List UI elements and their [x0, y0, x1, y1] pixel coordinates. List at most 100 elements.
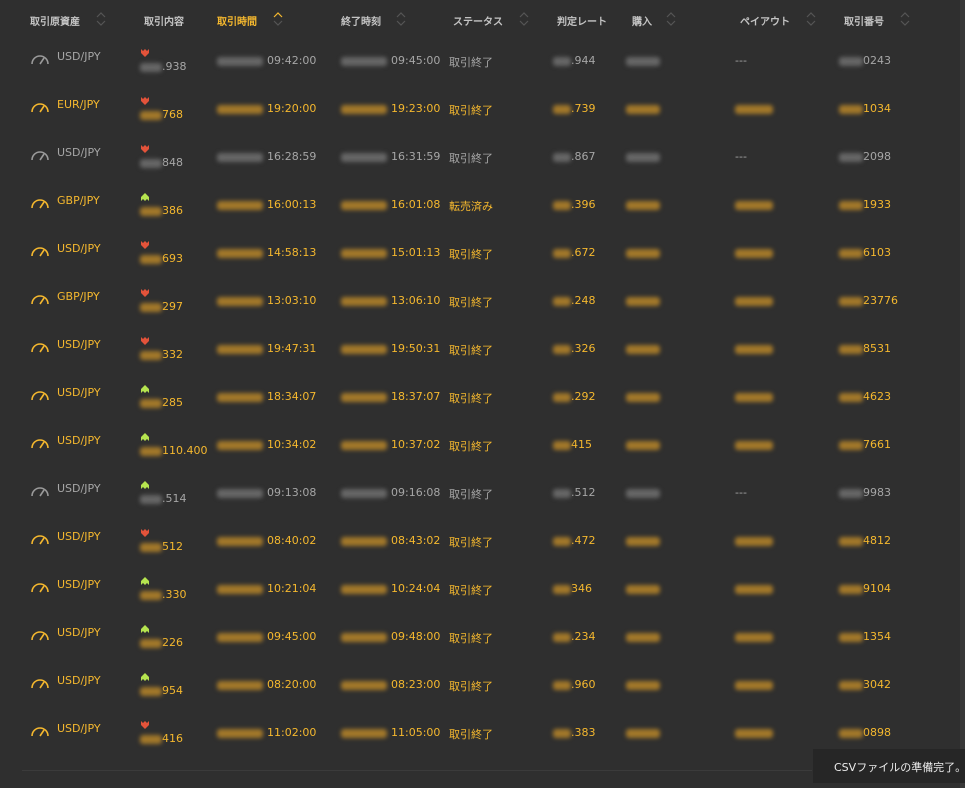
contract-rate: 954 — [140, 684, 183, 697]
table-row[interactable]: USD/JPY 512 08:40:02 08:43:02 取引終了 .472 4812 — [0, 518, 940, 566]
judgment-rate: .292 — [553, 390, 596, 403]
redacted-value — [839, 488, 863, 498]
header-rate[interactable]: 判定レート — [557, 13, 607, 28]
contract-rate: 386 — [140, 204, 183, 217]
redacted-value — [626, 536, 660, 546]
open-time: 18:34:07 — [217, 390, 316, 403]
redacted-date — [217, 248, 263, 258]
purchase-amount — [626, 390, 660, 403]
header-contract[interactable]: 取引内容 — [144, 13, 184, 28]
table-row[interactable]: USD/JPY .514 09:13:08 09:16:08 取引終了 .512 --- 99… — [0, 470, 940, 518]
asset-label: USD/JPY — [57, 338, 101, 351]
status-text: 取引終了 — [449, 728, 493, 741]
redacted-value — [553, 248, 571, 258]
redacted-value — [839, 440, 863, 450]
table-row[interactable]: USD/JPY .330 10:21:04 10:24:04 取引終了 346 9104 — [0, 566, 940, 614]
sort-icon[interactable] — [519, 12, 529, 26]
trade-id: 3042 — [839, 678, 891, 691]
redacted-date — [341, 248, 387, 258]
table-row[interactable]: USD/JPY 954 08:20:00 08:23:00 取引終了 .960 3042 — [0, 662, 940, 710]
payout-amount: --- — [735, 150, 747, 163]
sort-icon[interactable] — [666, 12, 676, 26]
payout-amount — [735, 102, 773, 115]
payout-amount — [735, 390, 773, 403]
status-text: 転売済み — [449, 200, 493, 213]
header-status[interactable]: ステータス — [453, 13, 503, 28]
redacted-value — [553, 296, 571, 306]
table-row[interactable]: USD/JPY 848 16:28:59 16:31:59 取引終了 .867 --- 209… — [0, 134, 940, 182]
status-text: 取引終了 — [449, 344, 493, 357]
payout-amount — [735, 582, 773, 595]
judgment-rate: .472 — [553, 534, 596, 547]
table-bottom-divider — [22, 770, 812, 771]
redacted-value — [553, 728, 571, 738]
status-text: 取引終了 — [449, 104, 493, 117]
open-time: 11:02:00 — [217, 726, 316, 739]
judgment-rate: .396 — [553, 198, 596, 211]
table-row[interactable]: GBP/JPY 386 16:00:13 16:01:08 転売済み .396 1933 — [0, 182, 940, 230]
arrow-up-icon — [141, 431, 149, 441]
header-open-time[interactable]: 取引時間 — [217, 13, 257, 28]
redacted-value — [626, 200, 660, 210]
judgment-rate: .672 — [553, 246, 596, 259]
redacted-date — [341, 392, 387, 402]
trade-id: 0898 — [839, 726, 891, 739]
sort-up-icon[interactable] — [273, 12, 283, 26]
redacted-value — [626, 728, 660, 738]
sort-icon[interactable] — [900, 12, 910, 26]
redacted-value — [140, 302, 162, 312]
gauge-icon — [30, 532, 50, 546]
close-time: 09:16:08 — [341, 486, 440, 499]
table-row[interactable]: USD/JPY 226 09:45:00 09:48:00 取引終了 .234 1354 — [0, 614, 940, 662]
table-row[interactable]: USD/JPY 693 14:58:13 15:01:13 取引終了 .672 6103 — [0, 230, 940, 278]
redacted-date — [341, 296, 387, 306]
header-asset[interactable]: 取引原資産 — [30, 13, 80, 28]
judgment-rate: .867 — [553, 150, 596, 163]
redacted-value — [626, 152, 660, 162]
table-row[interactable]: GBP/JPY 297 13:03:10 13:06:10 取引終了 .248 23776 — [0, 278, 940, 326]
redacted-value — [626, 632, 660, 642]
gauge-icon — [30, 148, 50, 162]
redacted-value — [553, 488, 571, 498]
payout-amount — [735, 678, 773, 691]
redacted-value — [140, 494, 162, 504]
arrow-down-icon — [141, 47, 149, 57]
header-purchase[interactable]: 購入 — [632, 13, 652, 28]
header-payout[interactable]: ペイアウト — [740, 13, 790, 28]
payout-amount — [735, 294, 773, 307]
payout-amount — [735, 198, 773, 211]
asset-label: USD/JPY — [57, 722, 101, 735]
table-header: 取引原資産 取引内容 取引時間 終了時刻 ステータス 判定レート 購入 ペイアウ… — [0, 0, 960, 38]
arrow-up-icon — [141, 479, 149, 489]
sort-icon[interactable] — [396, 12, 406, 26]
arrow-up-icon — [141, 191, 149, 201]
sort-icon[interactable] — [806, 12, 816, 26]
arrow-down-icon — [141, 287, 149, 297]
header-trade-id[interactable]: 取引番号 — [844, 13, 884, 28]
table-row[interactable]: EUR/JPY 768 19:20:00 19:23:00 取引終了 .739 1034 — [0, 86, 940, 134]
purchase-amount — [626, 582, 660, 595]
header-close-time[interactable]: 終了時刻 — [341, 13, 381, 28]
sort-icon[interactable] — [96, 12, 106, 26]
redacted-value — [839, 56, 863, 66]
redacted-value — [553, 632, 571, 642]
toast-message: CSVファイルの準備完了。 — [834, 761, 965, 774]
judgment-rate: 346 — [553, 582, 592, 595]
gauge-icon — [30, 100, 50, 114]
close-time: 16:01:08 — [341, 198, 440, 211]
table-row[interactable]: USD/JPY 332 19:47:31 19:50:31 取引終了 .326 8531 — [0, 326, 940, 374]
redacted-value — [839, 200, 863, 210]
arrow-up-icon — [141, 671, 149, 681]
table-row[interactable]: USD/JPY 416 11:02:00 11:05:00 取引終了 .383 0898 — [0, 710, 940, 758]
table-row[interactable]: USD/JPY .938 09:42:00 09:45:00 取引終了 .944 --- 02… — [0, 38, 940, 86]
gauge-icon — [30, 484, 50, 498]
payout-amount — [735, 630, 773, 643]
redacted-value — [553, 200, 571, 210]
asset-label: USD/JPY — [57, 482, 101, 495]
gauge-icon — [30, 436, 50, 450]
table-row[interactable]: USD/JPY 110.400 10:34:02 10:37:02 取引終了 415 766… — [0, 422, 940, 470]
redacted-value — [140, 398, 162, 408]
trade-id: 9983 — [839, 486, 891, 499]
redacted-value — [553, 344, 571, 354]
table-row[interactable]: USD/JPY 285 18:34:07 18:37:07 取引終了 .292 4623 — [0, 374, 940, 422]
